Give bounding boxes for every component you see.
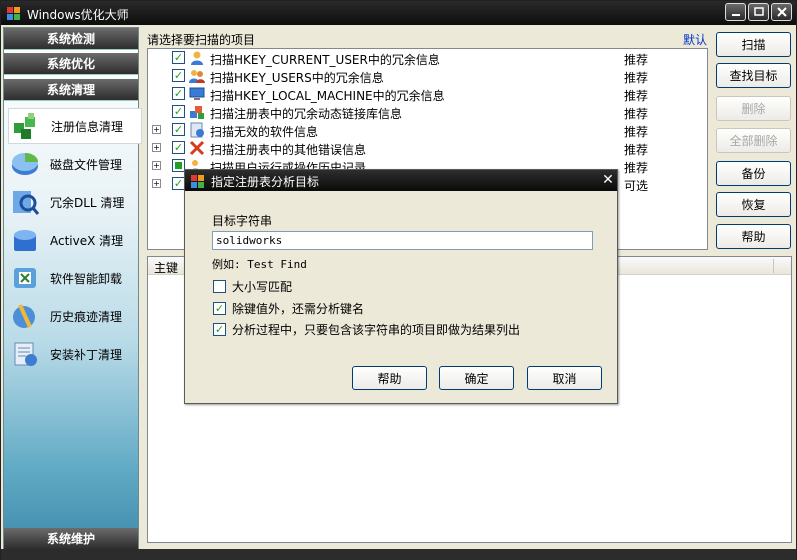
help-button[interactable]: 帮助 bbox=[716, 224, 791, 249]
sidebar-item-disk-files[interactable]: 磁盘文件管理 bbox=[8, 146, 138, 182]
dialog-cancel-button[interactable]: 取消 bbox=[527, 366, 602, 390]
maximize-button[interactable] bbox=[748, 3, 769, 21]
dll-search-icon bbox=[8, 185, 42, 219]
maximize-icon bbox=[749, 4, 768, 20]
restore-button[interactable]: 恢复 bbox=[716, 192, 791, 217]
default-link[interactable]: 默认 bbox=[683, 31, 707, 48]
sidebar-item-label: ActiveX 清理 bbox=[50, 233, 124, 248]
category-system-optimization[interactable]: 系统优化 bbox=[4, 53, 138, 75]
column-separator[interactable] bbox=[773, 259, 774, 273]
minimize-button[interactable] bbox=[725, 3, 746, 21]
sidebar-item-label: 历史痕迹清理 bbox=[50, 309, 123, 324]
analyze-key-names-option[interactable]: ✓ 除键值外，还需分析键名 bbox=[213, 300, 364, 316]
analyze-key-names-checkbox[interactable]: ✓ bbox=[213, 301, 226, 315]
item-checkbox[interactable]: ✓ bbox=[172, 105, 185, 118]
target-string-label: 目标字符串 bbox=[212, 214, 273, 228]
item-checkbox[interactable]: ✓ bbox=[172, 69, 185, 82]
example-text: 例如: Test Find bbox=[212, 258, 307, 271]
delete-all-button[interactable]: 全部删除 bbox=[716, 128, 791, 153]
users-icon bbox=[189, 70, 205, 83]
dialog-help-button[interactable]: 帮助 bbox=[352, 366, 427, 390]
category-system-cleanup[interactable]: 系统清理 bbox=[4, 79, 138, 101]
find-target-button[interactable]: 查找目标 bbox=[716, 63, 791, 88]
sidebar-item-registry-cleanup[interactable]: 注册信息清理 bbox=[8, 108, 142, 144]
expand-icon[interactable]: + bbox=[152, 125, 161, 134]
status-bar bbox=[1, 549, 796, 560]
dll-icon bbox=[190, 106, 204, 119]
close-icon bbox=[772, 4, 791, 20]
column-header-key[interactable]: 主键 bbox=[154, 259, 178, 276]
expand-icon[interactable]: + bbox=[152, 143, 161, 152]
scan-button[interactable]: 扫描 bbox=[716, 32, 791, 57]
sidebar-item-dll-cleanup[interactable]: 冗余DLL 清理 bbox=[8, 184, 138, 220]
sidebar-item-label: 冗余DLL 清理 bbox=[50, 195, 125, 210]
list-item[interactable]: + ✓ 扫描无效的软件信息 推荐 bbox=[148, 121, 707, 139]
app-logo-icon bbox=[191, 175, 204, 188]
list-item[interactable]: ✓ 扫描注册表中的冗余动态链接库信息 推荐 bbox=[148, 103, 707, 121]
dialog-close-icon[interactable]: ✕ bbox=[601, 172, 615, 188]
window-title: Windows优化大师 bbox=[27, 8, 129, 22]
expand-icon[interactable]: + bbox=[152, 179, 161, 188]
list-partial-match-checkbox[interactable]: ✓ bbox=[213, 322, 226, 336]
sidebar-item-label: 磁盘文件管理 bbox=[50, 157, 123, 172]
category-system-maintenance[interactable]: 系统维护 bbox=[4, 528, 138, 550]
item-checkbox[interactable]: ✓ bbox=[172, 123, 185, 136]
title-bar: Windows优化大师 bbox=[1, 1, 796, 25]
target-string-input[interactable] bbox=[212, 231, 593, 250]
software-icon bbox=[190, 122, 204, 138]
dialog-title: 指定注册表分析目标 bbox=[211, 175, 320, 189]
uninstall-icon bbox=[8, 261, 42, 295]
close-button[interactable] bbox=[771, 3, 792, 21]
user-icon bbox=[191, 51, 203, 65]
sidebar-item-label: 注册信息清理 bbox=[51, 119, 124, 134]
sidebar-item-history-cleanup[interactable]: 历史痕迹清理 bbox=[8, 298, 138, 334]
sidebar-item-label: 安装补丁清理 bbox=[50, 347, 123, 362]
list-item[interactable]: + ✓ 扫描注册表中的其他错误信息 推荐 bbox=[148, 139, 707, 157]
delete-button[interactable]: 删除 bbox=[716, 96, 791, 121]
sidebar-item-smart-uninstall[interactable]: 软件智能卸载 bbox=[8, 260, 138, 296]
app-logo-icon bbox=[7, 7, 20, 20]
list-partial-match-option[interactable]: ✓ 分析过程中，只要包含该字符串的项目即做为结果列出 bbox=[213, 321, 520, 337]
dialog-title-bar: 指定注册表分析目标 ✕ bbox=[185, 170, 617, 191]
item-checkbox[interactable]: ✓ bbox=[172, 87, 185, 100]
item-checkbox[interactable]: ✓ bbox=[172, 51, 185, 64]
sidebar-item-patch-cleanup[interactable]: 安装补丁清理 bbox=[8, 336, 138, 372]
broom-icon bbox=[8, 299, 42, 333]
minimize-icon bbox=[726, 4, 745, 20]
sidebar-item-label: 软件智能卸载 bbox=[50, 271, 123, 286]
scan-items-heading: 请选择要扫描的项目 bbox=[147, 33, 256, 47]
registry-target-dialog: 指定注册表分析目标 ✕ 目标字符串 例如: Test Find 大小写匹配 ✓ … bbox=[184, 169, 618, 404]
backup-button[interactable]: 备份 bbox=[716, 161, 791, 186]
case-match-checkbox[interactable] bbox=[213, 279, 226, 293]
patch-icon bbox=[8, 337, 42, 371]
list-item[interactable]: ✓ 扫描HKEY_USERS中的冗余信息 推荐 bbox=[148, 67, 707, 85]
sidebar: 系统检测 系统优化 系统清理 注册信息清理 磁盘文件管理 冗余DLL 清理 Ac bbox=[3, 27, 142, 551]
disk-icon bbox=[8, 147, 42, 181]
dialog-ok-button[interactable]: 确定 bbox=[439, 366, 514, 390]
case-match-option[interactable]: 大小写匹配 bbox=[213, 278, 292, 294]
sidebar-item-activex-cleanup[interactable]: ActiveX 清理 bbox=[8, 222, 138, 258]
registry-cubes-icon bbox=[9, 109, 43, 143]
main-window: Windows优化大师 系统检测 系统优化 系统清理 注册信息清理 磁盘文件管理 bbox=[0, 0, 797, 560]
expand-icon[interactable]: + bbox=[152, 161, 161, 170]
category-system-detection[interactable]: 系统检测 bbox=[4, 28, 138, 50]
computer-icon bbox=[189, 87, 205, 100]
activex-box-icon bbox=[8, 223, 42, 257]
list-item[interactable]: ✓ 扫描HKEY_LOCAL_MACHINE中的冗余信息 推荐 bbox=[148, 85, 707, 103]
item-checkbox[interactable]: ✓ bbox=[172, 141, 185, 154]
list-item[interactable]: ✓ 扫描HKEY_CURRENT_USER中的冗余信息 推荐 bbox=[148, 49, 707, 67]
error-x-icon bbox=[189, 140, 205, 156]
